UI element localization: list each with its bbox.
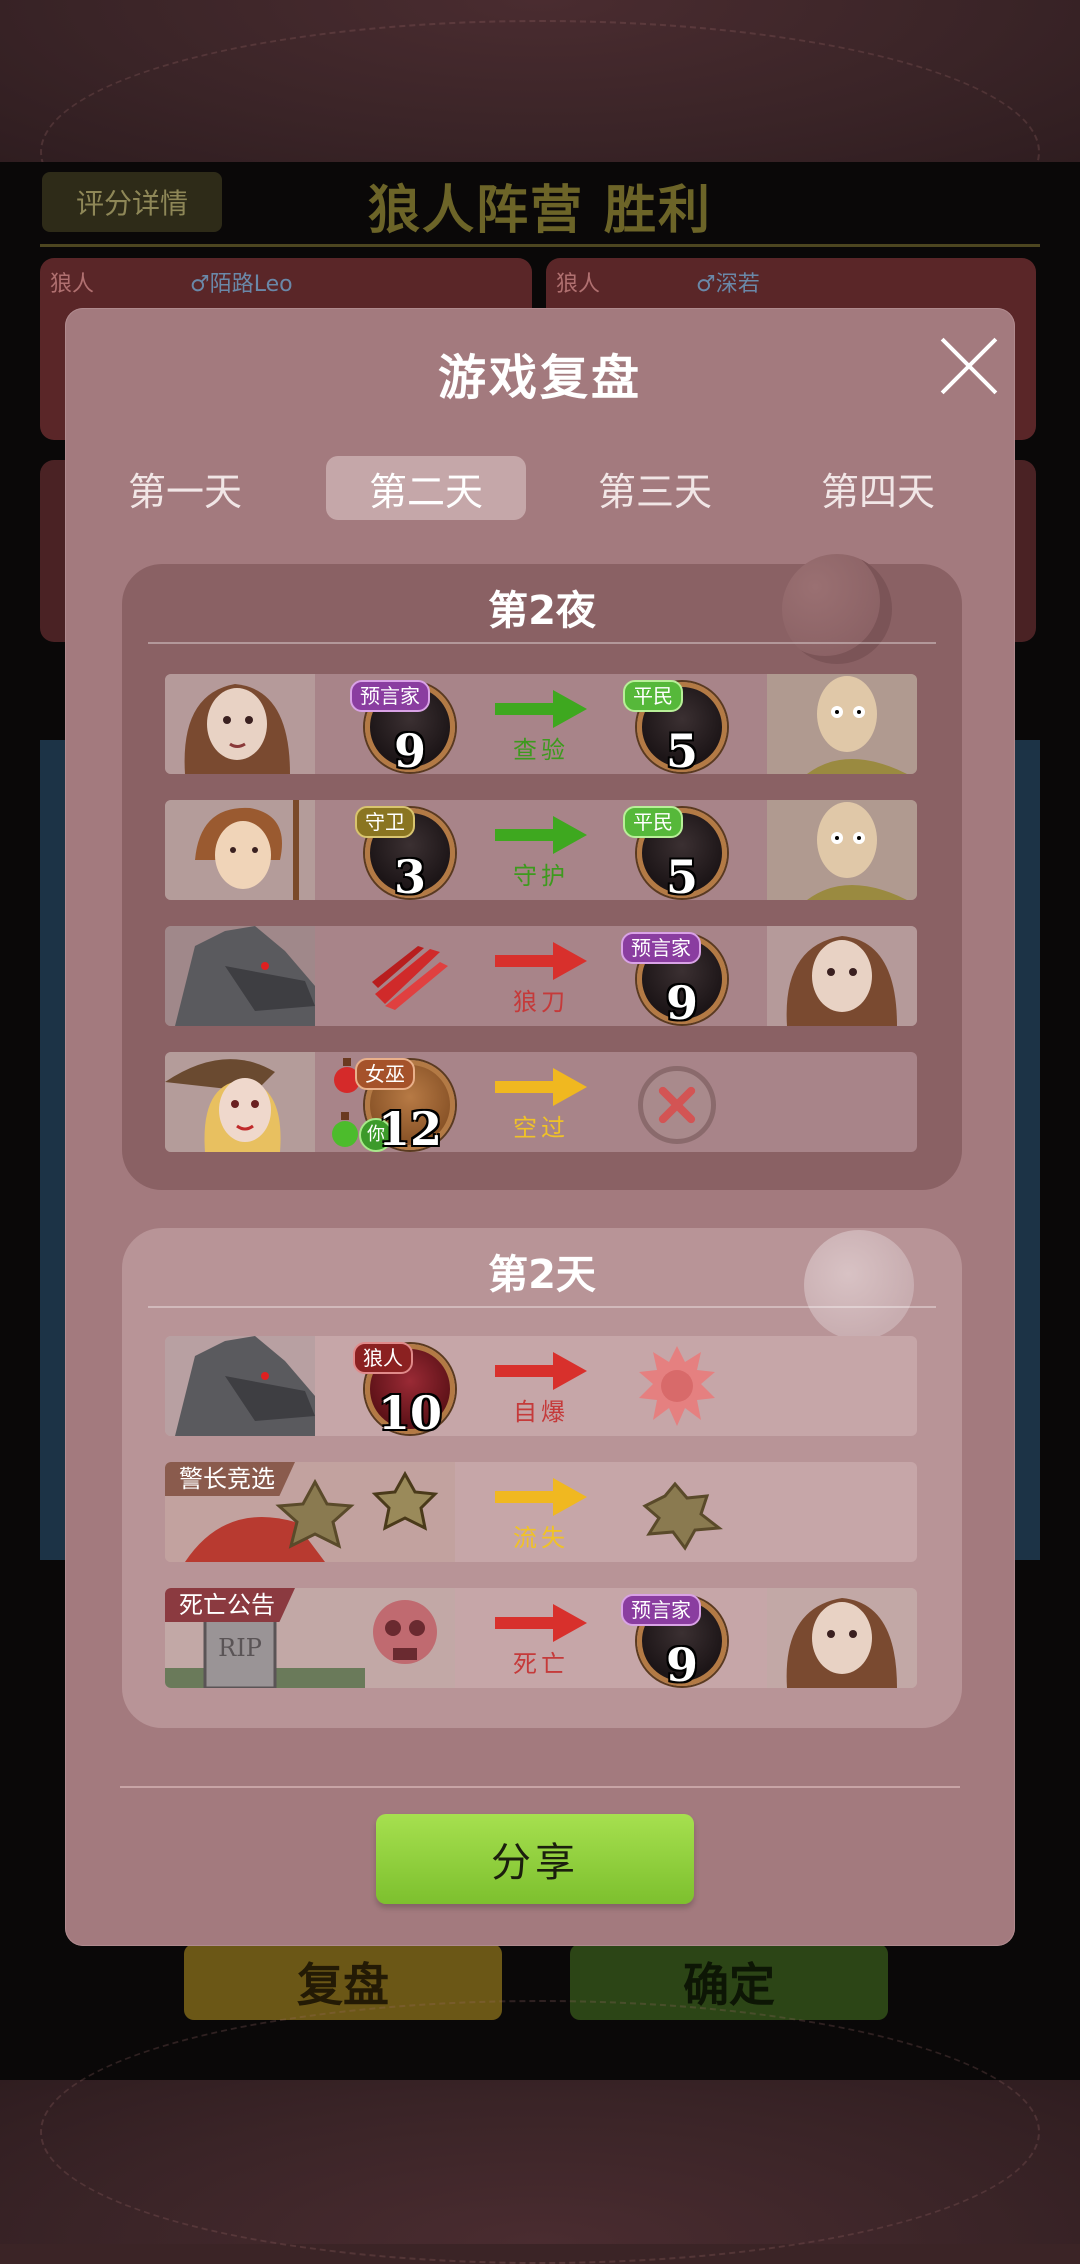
werewolf-portrait-icon	[165, 1336, 315, 1436]
no-target-icon	[638, 1066, 716, 1144]
player-role-tag: 狼人	[50, 272, 95, 297]
action-label: 流失	[513, 1524, 569, 1552]
role-badge: 预言家	[621, 932, 701, 964]
seat-number: 9	[665, 1638, 698, 1688]
night-action-row: 狼刀 预言家 9	[165, 926, 917, 1026]
player-name: ♂深若	[696, 272, 760, 297]
seat-number: 9	[665, 976, 698, 1026]
action-label: 空过	[513, 1114, 569, 1142]
arrow-right-icon	[495, 1068, 587, 1106]
tab-day-2[interactable]: 第二天	[326, 456, 526, 520]
day-action-row: 警长竞选 流失	[165, 1462, 917, 1562]
arrow-right-icon	[495, 690, 587, 728]
seat-number: 9	[393, 724, 426, 774]
player-name: ♂陌路Leo	[190, 272, 293, 297]
guard-portrait-icon	[165, 800, 315, 900]
action-label: 查验	[513, 736, 569, 764]
role-badge: 平民	[623, 680, 683, 712]
antidote-potion-icon	[332, 1112, 358, 1147]
section-title: 第2夜	[488, 588, 596, 634]
death-notice-tag: 死亡公告	[165, 1588, 295, 1622]
action-label: 守护	[513, 862, 569, 890]
player-role-tag: 狼人	[556, 272, 601, 297]
seat-number: 10	[377, 1386, 442, 1436]
night-action-row: 守卫 3 守护 平民 5	[165, 800, 917, 900]
witch-portrait-icon	[165, 1052, 315, 1152]
villager-portrait-icon	[767, 800, 917, 900]
game-replay-dialog: 游戏复盘 第一天 第二天 第三天 第四天 第2夜 预言家 9 查验 平民 5 守…	[65, 308, 1015, 1946]
role-badge: 狼人	[353, 1342, 413, 1374]
result-title: 狼人阵营 胜利	[367, 181, 713, 241]
broken-badge-icon	[642, 1481, 723, 1551]
explosion-icon	[639, 1346, 715, 1426]
arrow-right-icon	[495, 1478, 587, 1516]
share-button[interactable]: 分享	[376, 1814, 694, 1904]
night-action-row: 女巫 你 12 空过	[165, 1052, 917, 1152]
section-divider	[148, 1306, 936, 1308]
day-action-row: RIP 死亡公告 死亡 预言家 9	[165, 1588, 917, 1688]
role-badge: 平民	[623, 806, 683, 838]
arrow-right-icon	[495, 816, 587, 854]
seer-portrait-icon	[767, 1588, 917, 1688]
action-label: 狼刀	[513, 988, 569, 1016]
action-label: 死亡	[513, 1650, 569, 1678]
seat-number: 12	[377, 1102, 442, 1152]
seat-number: 5	[665, 850, 698, 900]
seer-portrait-icon	[767, 926, 917, 1026]
sheriff-election-tag: 警长竞选	[165, 1462, 295, 1496]
night-section: 第2夜 预言家 9 查验 平民 5 守卫 3 守护 平民 5 狼刀 预言家 9 …	[122, 554, 962, 1190]
background-top	[0, 0, 1080, 284]
day-action-row: 狼人 10 自爆	[165, 1336, 917, 1436]
role-badge: 守卫	[355, 806, 415, 838]
role-badge: 预言家	[350, 680, 430, 712]
tab-day-4[interactable]: 第四天	[793, 456, 993, 520]
werewolf-portrait-icon	[165, 926, 315, 1026]
arrow-right-icon	[495, 942, 587, 980]
background-bottom	[0, 2000, 1080, 2264]
claw-slash-icon	[372, 946, 448, 1010]
svg-text:RIP: RIP	[218, 1634, 262, 1662]
result-divider	[40, 244, 1040, 247]
action-label: 自爆	[513, 1398, 569, 1426]
section-title: 第2天	[488, 1252, 596, 1298]
close-icon[interactable]	[935, 334, 999, 398]
arrow-right-icon	[495, 1604, 587, 1642]
night-action-row: 预言家 9 查验 平民 5	[165, 674, 917, 774]
tab-day-1[interactable]: 第一天	[85, 456, 285, 520]
villager-portrait-icon	[767, 674, 917, 774]
section-divider	[148, 642, 936, 644]
dialog-divider	[120, 1786, 960, 1788]
seer-portrait-icon	[165, 674, 315, 774]
day-tabs: 第一天 第二天 第三天 第四天	[85, 456, 995, 520]
day-section: 第2天 狼人 10 自爆 警长竞选 流失 RIP 死亡公告 死亡 预言家 9	[122, 1228, 962, 1728]
arrow-right-icon	[495, 1352, 587, 1390]
role-badge: 女巫	[355, 1058, 415, 1090]
tab-day-3[interactable]: 第三天	[555, 456, 755, 520]
seat-number: 3	[393, 850, 426, 900]
role-badge: 预言家	[621, 1594, 701, 1626]
dialog-title: 游戏复盘	[437, 350, 642, 406]
seat-number: 5	[665, 724, 698, 774]
